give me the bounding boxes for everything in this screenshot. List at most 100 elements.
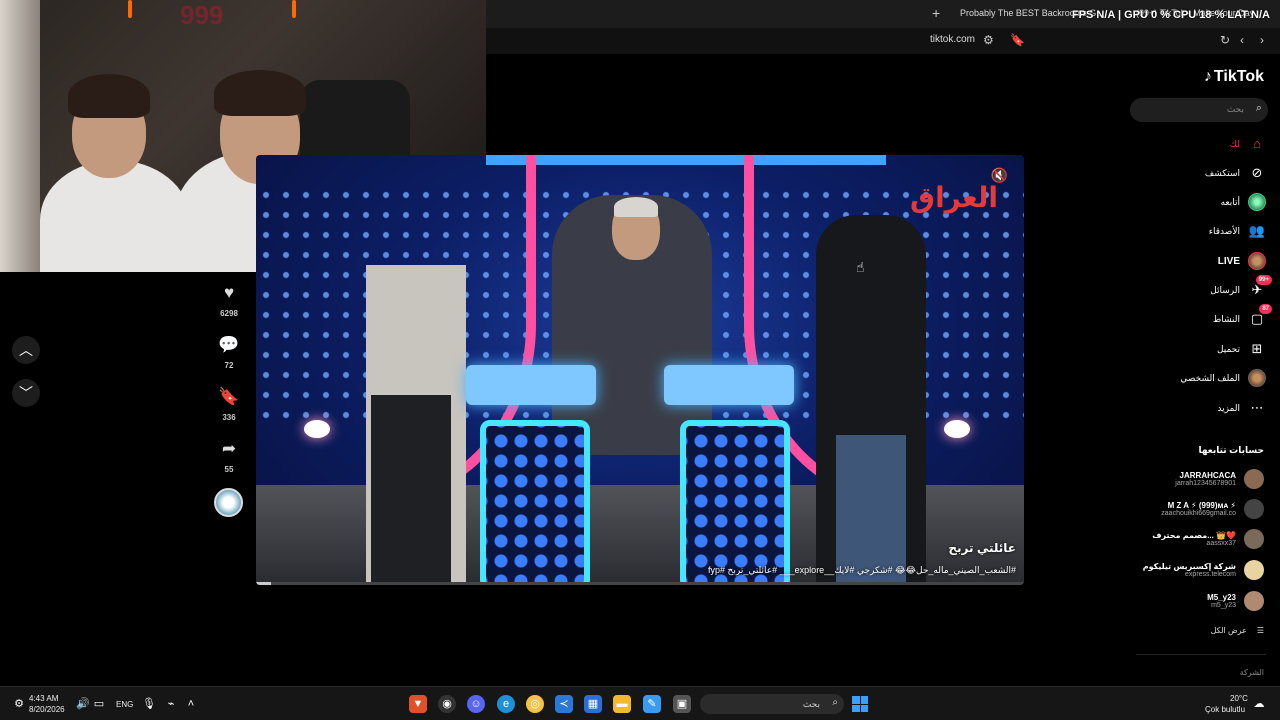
- site-settings-icon[interactable]: ⚙: [983, 33, 994, 47]
- friends-icon: 👥: [1248, 223, 1266, 238]
- share-action[interactable]: ➦ 55: [213, 436, 245, 474]
- contestant-right-legs: [836, 435, 906, 585]
- nav-profile[interactable]: الملف الشخصي: [1116, 368, 1266, 388]
- battery-icon[interactable]: ▭: [90, 695, 108, 713]
- save-action[interactable]: 🔖 336: [213, 384, 245, 422]
- weather-temperature[interactable]: 20°C: [1230, 694, 1248, 703]
- discord-icon[interactable]: ☺: [467, 695, 485, 713]
- messages-badge: 99+: [1255, 275, 1272, 285]
- following-avatar-icon: [1248, 193, 1266, 211]
- task-view-icon[interactable]: ▣: [673, 695, 691, 713]
- account-handle: jarrah12345678901: [1175, 480, 1236, 487]
- nav-for-you[interactable]: لك ⌂: [1116, 134, 1266, 154]
- video-progress-bar[interactable]: [256, 582, 1024, 585]
- see-all-link[interactable]: ☰ عرض الكل: [1211, 626, 1264, 635]
- comment-action[interactable]: 💬 72: [213, 332, 245, 370]
- brave-browser-icon[interactable]: ▼: [409, 695, 427, 713]
- search-icon[interactable]: ⌕: [1256, 102, 1262, 115]
- comment-count: 72: [224, 361, 234, 370]
- webcam-neon-sign: 999: [180, 0, 224, 30]
- clock-time[interactable]: 4:43 AM: [29, 694, 58, 703]
- edge-icon[interactable]: e: [497, 695, 515, 713]
- cloud-icon[interactable]: ☁: [1250, 695, 1268, 713]
- windows-taskbar: ⚙ 4:43 AM 8/20/2026 🔊 ▭ ENG 🎙 ⌁ ˄ ▼ ◉ ☺ …: [0, 686, 1280, 720]
- bookmark-icon[interactable]: 🔖: [213, 384, 245, 410]
- nav-label: تحميل: [1216, 343, 1240, 354]
- list-icon: ☰: [1256, 626, 1264, 635]
- nav-activity[interactable]: النشاط ▢ 87: [1116, 304, 1272, 329]
- share-icon[interactable]: ➦: [213, 436, 245, 462]
- search-icon: ⌕: [832, 697, 838, 708]
- nav-more[interactable]: المزيد ⋯: [1116, 398, 1266, 418]
- activity-badge: 87: [1259, 304, 1272, 314]
- nav-messages[interactable]: الرسائل ✈ 99+: [1116, 275, 1272, 300]
- settings-icon[interactable]: ⚙: [10, 695, 28, 713]
- account-avatar: [1244, 529, 1264, 549]
- nav-label: النشاط: [1212, 313, 1240, 324]
- browser-tab-bar: + Probably The BEST Backrooms G... (99+)…: [486, 0, 1280, 28]
- following-account[interactable]: M Z A ⚡ (999)ᴍᴀ ⚡ zaachouikhi669gmail.co: [1114, 496, 1264, 522]
- back-icon[interactable]: ‹: [1240, 33, 1244, 47]
- vscode-icon[interactable]: ≺: [555, 695, 573, 713]
- compass-icon: ⊘: [1251, 165, 1263, 180]
- save-count: 336: [222, 413, 236, 422]
- nav-live[interactable]: LIVE: [1116, 251, 1266, 271]
- like-count: 6298: [220, 309, 238, 318]
- account-avatar: [1244, 591, 1264, 611]
- following-account[interactable]: M5_y23 m5_y23: [1114, 588, 1264, 614]
- chrome-icon[interactable]: ◎: [526, 695, 544, 713]
- video-player[interactable]: العراق 🔇 ☝ عائلتي تربح #الشعب_الصيني_مال…: [256, 155, 1024, 585]
- network-icon[interactable]: ⌁: [162, 695, 180, 713]
- heart-icon[interactable]: ♥: [213, 280, 245, 306]
- chevron-up-icon[interactable]: ˄: [182, 695, 200, 713]
- previous-video-button[interactable]: ︿: [12, 336, 40, 364]
- next-video-button[interactable]: ﹀: [12, 379, 40, 407]
- profile-avatar-icon: [1248, 369, 1266, 387]
- reload-icon[interactable]: ↻: [1220, 33, 1230, 47]
- store-icon[interactable]: ▦: [584, 695, 602, 713]
- forward-icon[interactable]: ›: [1260, 33, 1264, 47]
- comment-icon[interactable]: 💬: [213, 332, 245, 358]
- nav-upload[interactable]: تحميل ⊞: [1116, 339, 1266, 359]
- volume-icon[interactable]: 🔇: [991, 167, 1008, 184]
- company-link[interactable]: الشركة: [1240, 668, 1264, 677]
- account-handle: m5_y23: [1211, 602, 1236, 609]
- tiktok-logo[interactable]: ♪ TikTok: [1204, 68, 1264, 86]
- windows-start-icon[interactable]: [852, 696, 868, 712]
- language-indicator[interactable]: ENG: [116, 700, 133, 709]
- search-input[interactable]: بحث ⌕: [1130, 98, 1268, 122]
- photos-icon[interactable]: ✎: [643, 695, 661, 713]
- obs-icon[interactable]: ◉: [438, 695, 456, 713]
- microphone-icon[interactable]: 🎙: [140, 695, 158, 713]
- home-icon: ⌂: [1253, 136, 1261, 151]
- url-text[interactable]: tiktok.com: [930, 34, 975, 45]
- messages-icon: ✈ 99+: [1248, 275, 1272, 299]
- tiktok-note-icon: ♪: [1203, 68, 1212, 85]
- webcam-wall: [0, 0, 40, 272]
- nav-following[interactable]: أتابعه: [1116, 192, 1266, 212]
- following-account[interactable]: مصمم محترف... 👑❤️ aassxx37: [1114, 526, 1264, 552]
- sound-avatar[interactable]: [214, 488, 243, 517]
- taskbar-search-input[interactable]: بحث ⌕: [700, 694, 844, 714]
- stage-lamp-right: [944, 420, 970, 438]
- file-explorer-icon[interactable]: ▬: [613, 695, 631, 713]
- new-tab-button[interactable]: +: [932, 5, 940, 21]
- weather-description[interactable]: Çok bulutlu: [1205, 705, 1245, 714]
- following-account[interactable]: شركة إكسبريس تيليكوم express.telecom: [1114, 557, 1264, 583]
- nav-explore[interactable]: استكشف ⊘: [1116, 163, 1266, 183]
- account-avatar: [1244, 499, 1264, 519]
- following-account[interactable]: JARRAHCACA jarrah12345678901: [1114, 466, 1264, 492]
- address-bar: tiktok.com ⚙ 🔖 ↻ ‹ ›: [486, 28, 1280, 54]
- clock-date[interactable]: 8/20/2026: [29, 705, 65, 714]
- account-name: JARRAHCACA: [1179, 471, 1236, 480]
- bookmark-icon[interactable]: 🔖: [1010, 33, 1025, 47]
- taskbar-search-placeholder: بحث: [802, 699, 820, 709]
- stage-lamp-left: [304, 420, 330, 438]
- nav-friends[interactable]: الأصدقاء 👥: [1116, 221, 1266, 241]
- buzzer-panel-right: [680, 420, 790, 585]
- buzzer-panel-left: [480, 420, 590, 585]
- video-title[interactable]: عائلتي تربح: [948, 541, 1016, 555]
- chevron-down-icon: ﹀: [19, 385, 33, 401]
- like-action[interactable]: ♥ 6298: [213, 280, 245, 318]
- video-hashtags[interactable]: #الشعب_الصيني_ماله_حل😂😂 #شكرجي #لايك__ex…: [708, 565, 1016, 576]
